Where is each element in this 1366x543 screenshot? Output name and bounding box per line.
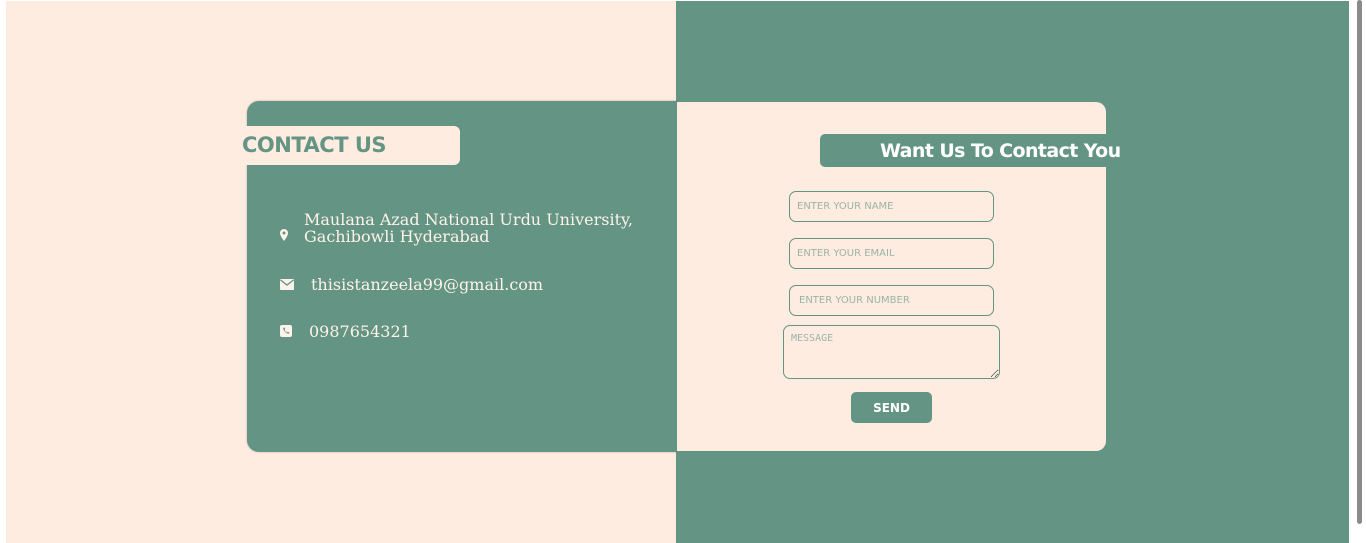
- envelope-icon: [280, 279, 294, 290]
- email-text: thisistanzeela99@gmail.com: [311, 275, 544, 294]
- message-textarea[interactable]: [783, 325, 1000, 379]
- form-title: Want Us To Contact You: [880, 140, 1121, 162]
- email-input[interactable]: [789, 238, 994, 269]
- phone-text: 0987654321: [309, 322, 411, 341]
- address-block: Maulana Azad National Urdu University, G…: [304, 211, 633, 245]
- contact-title: CONTACT US: [242, 133, 387, 157]
- map-marker-icon: [280, 229, 288, 241]
- send-button[interactable]: SEND: [851, 392, 932, 423]
- number-input[interactable]: [789, 285, 994, 316]
- address-line-1: Maulana Azad National Urdu University,: [304, 210, 634, 229]
- name-input[interactable]: [789, 191, 994, 222]
- address-line-2: Gachibowli Hyderabad: [304, 227, 490, 246]
- phone-square-icon: [280, 325, 292, 337]
- scrollbar-thumb[interactable]: [1357, 0, 1362, 524]
